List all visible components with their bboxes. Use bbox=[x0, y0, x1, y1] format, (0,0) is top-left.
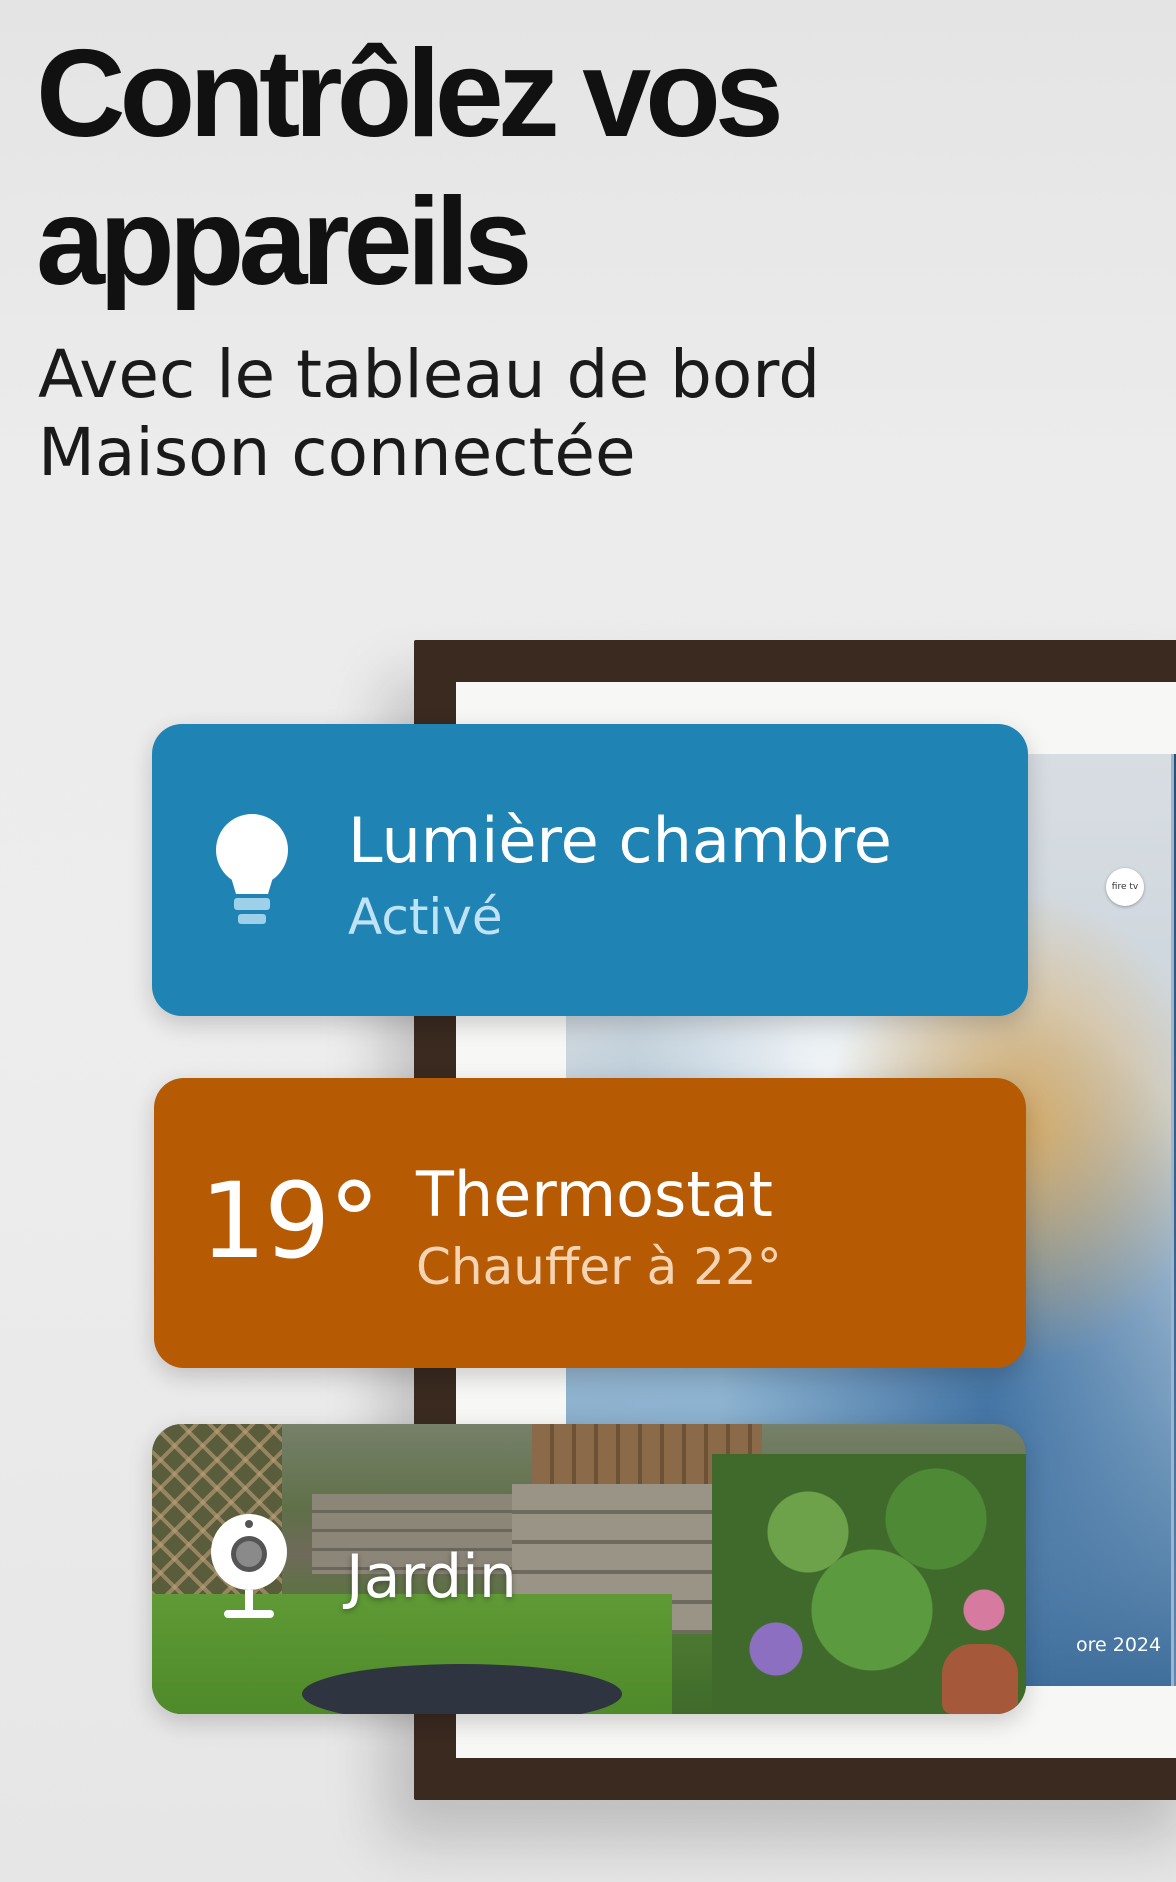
bedroom-light-card[interactable]: Lumière chambre Activé bbox=[152, 724, 1028, 1016]
thermostat-card-status: Chauffer à 22° bbox=[416, 1238, 782, 1296]
light-card-status: Activé bbox=[348, 888, 503, 946]
lightbulb-icon bbox=[216, 814, 288, 924]
light-card-title: Lumière chambre bbox=[348, 804, 892, 877]
garden-camera-card[interactable]: Jardin bbox=[152, 1424, 1026, 1714]
thermostat-card-title: Thermostat bbox=[416, 1158, 773, 1231]
screen-side-panel bbox=[1171, 754, 1176, 1686]
page-subhead: Avec le tableau de bord Maison connectée bbox=[38, 336, 821, 491]
screen-date-text: ore 2024 bbox=[1076, 1634, 1162, 1656]
security-camera-icon bbox=[211, 1514, 287, 1618]
camera-card-title: Jardin bbox=[346, 1542, 517, 1612]
firetv-logo: fire tv bbox=[1106, 868, 1144, 906]
thermostat-current-temp: 19° bbox=[200, 1160, 380, 1282]
thermostat-card[interactable]: 19° Thermostat Chauffer à 22° bbox=[154, 1078, 1026, 1368]
page-headline: Contrôlez vos appareils bbox=[36, 25, 784, 311]
garden-pot bbox=[942, 1644, 1018, 1714]
